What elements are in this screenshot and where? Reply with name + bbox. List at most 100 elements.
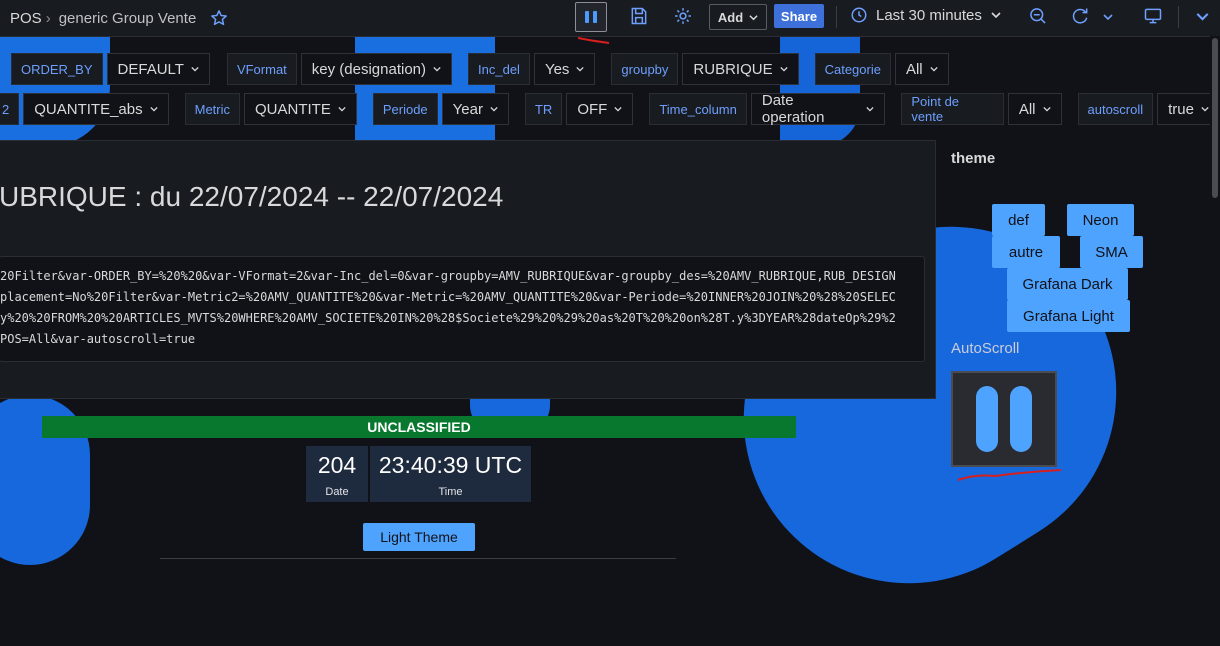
save-icon[interactable]: [629, 6, 649, 26]
gear-icon[interactable]: [673, 6, 693, 26]
variable-label: Inc_del: [468, 53, 530, 85]
variable-label: Categorie: [815, 53, 891, 85]
add-button[interactable]: Add: [709, 4, 767, 30]
variable-label: TR: [525, 93, 562, 125]
star-icon[interactable]: [210, 9, 228, 27]
variable-select[interactable]: Year: [442, 93, 509, 125]
date-value: 204: [306, 452, 368, 479]
variable-value: All: [906, 61, 923, 78]
theme-sma-button[interactable]: SMA: [1080, 236, 1143, 268]
time-widget: 23:40:39 UTC Time: [370, 446, 531, 502]
pause-icon-bar: [1010, 386, 1032, 452]
variable-label: Metric: [185, 93, 240, 125]
refresh-icon[interactable]: [1070, 6, 1090, 26]
chevron-down-icon: [490, 105, 498, 113]
code-line: placement=No%20Filter&var-Metric2=%20AMV…: [0, 287, 924, 308]
variable-value: Yes: [545, 61, 569, 78]
variable-inc-del: Inc_del Yes: [468, 53, 595, 85]
autoscroll-pause-button[interactable]: [951, 371, 1057, 467]
variable-value: QUANTITE: [255, 101, 331, 118]
variable-select[interactable]: OFF: [566, 93, 633, 125]
variable-value: key (designation): [312, 61, 426, 78]
variable-value: Date operation: [762, 92, 860, 126]
light-theme-button[interactable]: Light Theme: [363, 523, 475, 551]
theme-def-button[interactable]: def: [992, 204, 1045, 236]
variable-select[interactable]: Yes: [534, 53, 595, 85]
chevron-down-icon: [433, 65, 441, 73]
variable-select[interactable]: key (designation): [301, 53, 452, 85]
theme-grafana-dark-button[interactable]: Grafana Dark: [1007, 268, 1128, 300]
variable-value: Year: [453, 101, 483, 118]
variable-value: All: [1019, 101, 1036, 118]
pause-icon-bar: [593, 11, 597, 23]
variable-select[interactable]: RUBRIQUE: [682, 53, 798, 85]
breadcrumb-dashboard-title: generic Group Vente: [59, 10, 197, 27]
theme-heading: theme: [951, 150, 995, 167]
toolbar-divider: [836, 6, 837, 28]
chevron-down-icon: [614, 105, 622, 113]
variables-row-1: ORDER_BY DEFAULT VFormat key (designatio…: [11, 53, 965, 85]
time-label: Time: [370, 486, 531, 498]
chevron-down-icon: [780, 65, 788, 73]
chevron-down-icon: [1201, 105, 1209, 113]
breadcrumb-root[interactable]: POS: [10, 10, 42, 27]
variable-label: VFormat: [227, 53, 297, 85]
variable-select[interactable]: QUANTITE_abs: [23, 93, 168, 125]
theme-neon-button[interactable]: Neon: [1067, 204, 1134, 236]
scrollbar-thumb[interactable]: [1212, 38, 1218, 198]
variable-metric2: 2 QUANTITE_abs: [0, 93, 169, 125]
time-value: 23:40:39 UTC: [370, 452, 531, 479]
red-underline-annotation: [955, 464, 1065, 486]
url-code-block: 20Filter&var-ORDER_BY=%20%20&var-VFormat…: [0, 256, 925, 362]
theme-grafana-light-button[interactable]: Grafana Light: [1007, 300, 1130, 332]
code-line: 20Filter&var-ORDER_BY=%20%20&var-VFormat…: [0, 266, 924, 287]
red-underline-annotation: [575, 34, 615, 46]
variable-select[interactable]: All: [1008, 93, 1062, 125]
variable-value: RUBRIQUE: [693, 61, 772, 78]
time-range-picker[interactable]: Last 30 minutes: [850, 6, 1001, 24]
theme-autre-button[interactable]: autre: [992, 236, 1060, 268]
clock-icon: [850, 6, 868, 24]
toolbar-divider: [1178, 6, 1179, 28]
text-panel: UBRIQUE : du 22/07/2024 -- 22/07/2024 20…: [0, 140, 936, 399]
share-button-label: Share: [781, 9, 817, 24]
breadcrumb-separator-icon: ›: [46, 10, 51, 27]
chevron-down-icon: [576, 65, 584, 73]
variable-value: true: [1168, 101, 1194, 118]
zoom-out-icon[interactable]: [1028, 6, 1048, 26]
chevron-down-icon[interactable]: [1196, 10, 1209, 23]
variable-groupby: groupby RUBRIQUE: [611, 53, 798, 85]
variable-label: 2: [0, 93, 19, 125]
tv-mode-icon[interactable]: [1143, 6, 1163, 26]
add-button-label: Add: [718, 10, 743, 25]
chevron-down-icon: [749, 13, 758, 22]
variable-point-de-vente: Point de vente All: [901, 93, 1061, 125]
pause-refresh-button[interactable]: [575, 2, 607, 32]
variable-select[interactable]: All: [895, 53, 949, 85]
variable-categorie: Categorie All: [815, 53, 949, 85]
variable-select[interactable]: Date operation: [751, 93, 885, 125]
variable-tr: TR OFF: [525, 93, 633, 125]
pause-icon: [585, 11, 589, 23]
chevron-down-icon: [150, 105, 158, 113]
variable-label: autoscroll: [1078, 93, 1154, 125]
variable-label: Point de vente: [901, 93, 1004, 125]
chevron-down-icon: [991, 10, 1001, 20]
variable-select[interactable]: DEFAULT: [107, 53, 210, 85]
variable-label: ORDER_BY: [11, 53, 103, 85]
date-label: Date: [306, 486, 368, 498]
code-line: y%20%20FROM%20%20ARTICLES_MVTS%20WHERE%2…: [0, 308, 924, 329]
share-button[interactable]: Share: [774, 4, 824, 28]
variable-value: DEFAULT: [118, 61, 184, 78]
variable-label: Periode: [373, 93, 438, 125]
chevron-down-icon: [191, 65, 199, 73]
chevron-down-icon: [338, 105, 346, 113]
divider: [160, 558, 676, 559]
variable-order-by: ORDER_BY DEFAULT: [11, 53, 210, 85]
variable-select[interactable]: QUANTITE: [244, 93, 357, 125]
chevron-down-icon[interactable]: [1103, 12, 1113, 22]
autoscroll-heading: AutoScroll: [951, 340, 1019, 357]
variable-value: QUANTITE_abs: [34, 101, 142, 118]
code-line: POS=All&var-autoscroll=true: [0, 329, 924, 350]
variable-value: OFF: [577, 101, 607, 118]
